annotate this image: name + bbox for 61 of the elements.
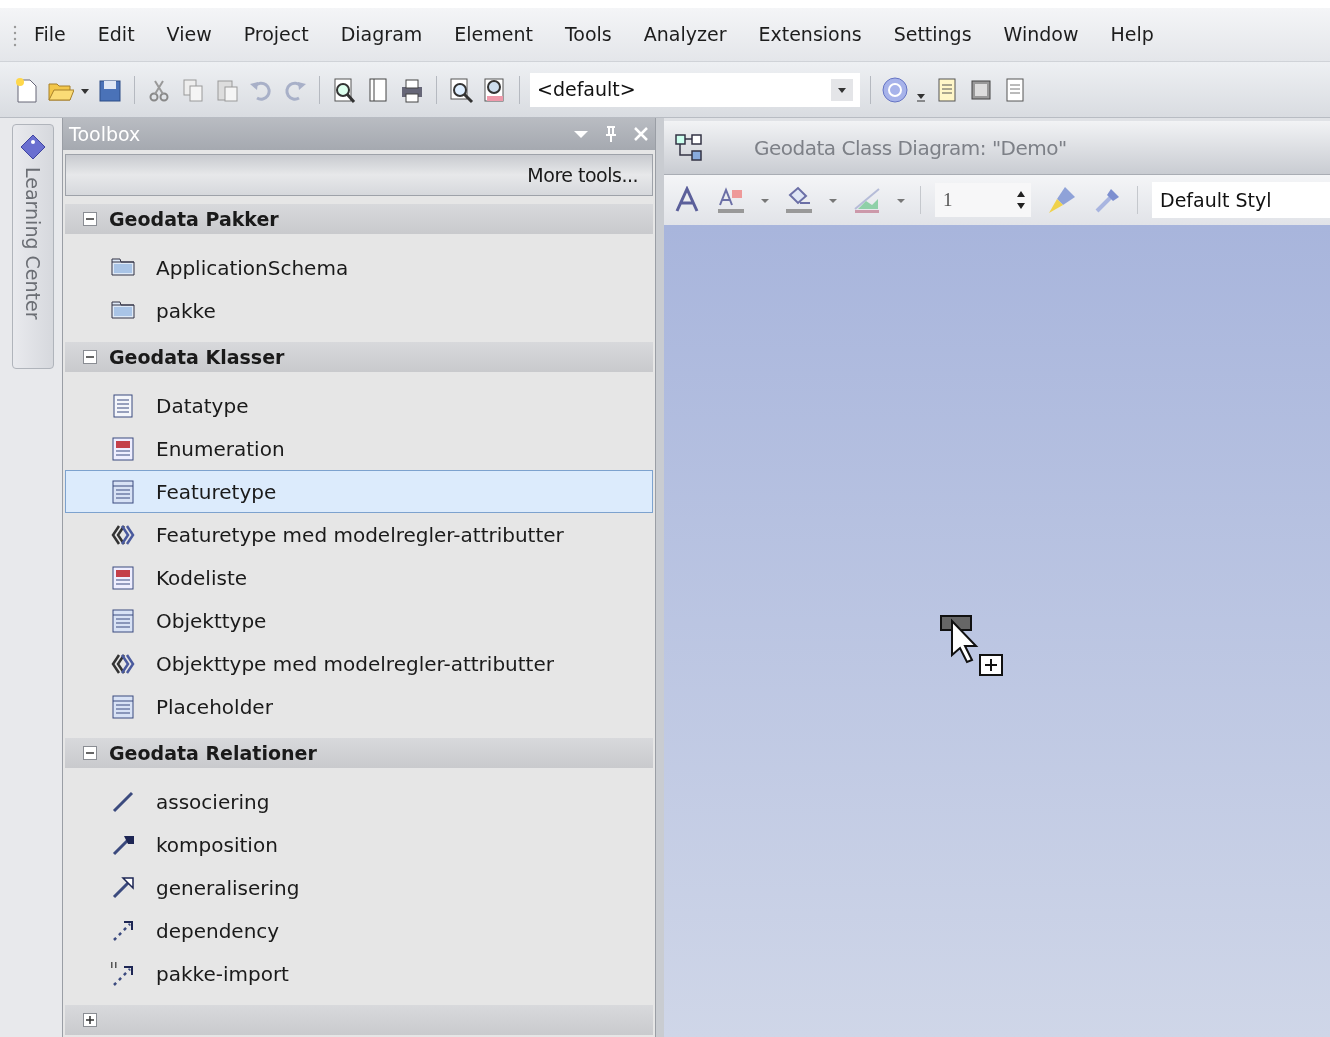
enumeration-card-icon xyxy=(110,435,136,462)
menu-item[interactable]: Diagram xyxy=(324,20,439,49)
menu-item[interactable]: Window xyxy=(987,20,1095,49)
toolbox-item[interactable]: komposition xyxy=(65,823,653,866)
class-card-icon xyxy=(110,607,136,634)
toolbox-item[interactable]: Kodeliste xyxy=(65,556,653,599)
document-lines-icon xyxy=(110,392,136,419)
menu-item[interactable]: Edit xyxy=(81,20,151,49)
class-diagram-icon[interactable] xyxy=(674,132,704,163)
panel-title: Toolbox xyxy=(69,121,141,147)
group-title: Geodata Pakker xyxy=(109,206,279,232)
find-icon[interactable] xyxy=(447,75,475,104)
toolbox-item[interactable]: associering xyxy=(65,780,653,823)
group-header[interactable]: Geodata Pakker xyxy=(65,204,653,234)
group-header[interactable]: Geodata Klasser xyxy=(65,342,653,372)
fill-color-icon[interactable] xyxy=(784,185,814,215)
toolbox-item[interactable]: Featuretype xyxy=(65,470,653,513)
menu-item[interactable]: Tools xyxy=(548,20,628,49)
toolbox-item[interactable]: dependency xyxy=(65,909,653,952)
dropdown-caret-icon[interactable] xyxy=(831,78,853,101)
menu-item[interactable]: Help xyxy=(1094,20,1170,49)
group-title: Geodata Relationer xyxy=(109,740,317,766)
group-header[interactable]: Geodata Relationer xyxy=(65,738,653,768)
toolbox-item[interactable]: Featuretype med modelregler-attributter xyxy=(65,513,653,556)
close-icon[interactable] xyxy=(633,126,649,142)
collapse-icon[interactable] xyxy=(83,212,97,226)
menu-item[interactable]: Analyzer xyxy=(627,20,743,49)
toolbox-item[interactable]: Placeholder xyxy=(65,685,653,728)
toolbox-item[interactable]: Objekttype xyxy=(65,599,653,642)
menu-item[interactable]: View xyxy=(150,20,228,49)
toolbox-item[interactable]: Enumeration xyxy=(65,427,653,470)
learning-center-tab[interactable]: Learning Center xyxy=(12,124,54,369)
hollow-arrow-icon xyxy=(110,874,136,901)
line-width-spinner[interactable]: 1 xyxy=(935,183,1031,217)
toolbox-item[interactable]: generalisering xyxy=(65,866,653,909)
toolbox-item[interactable]: Objekttype med modelregler-attributter xyxy=(65,642,653,685)
expand-icon[interactable] xyxy=(83,1013,97,1027)
help-icon[interactable] xyxy=(881,75,909,104)
enumeration-card-icon xyxy=(110,564,136,591)
group-title: Geodata Klasser xyxy=(109,344,285,370)
line-color-icon[interactable] xyxy=(852,185,882,215)
toolbox-item[interactable]: pakke xyxy=(65,289,653,332)
drag-cursor-icon xyxy=(940,615,1006,679)
labeled-dashed-arrow-icon xyxy=(110,960,136,987)
toolbox-item[interactable]: Datatype xyxy=(65,384,653,427)
collapse-icon[interactable] xyxy=(83,746,97,760)
perspective-dropdown[interactable]: <default> xyxy=(530,72,860,107)
pin-icon[interactable] xyxy=(603,125,619,143)
toolbox-item[interactable]: pakke-import xyxy=(65,952,653,995)
menu-item[interactable]: Element xyxy=(438,20,549,49)
menu-item[interactable]: Extensions xyxy=(742,20,878,49)
style-dropdown[interactable]: Default Styl xyxy=(1152,182,1330,218)
menu-item[interactable]: File xyxy=(18,20,82,49)
menu-item[interactable]: Settings xyxy=(877,20,988,49)
menu-item[interactable]: Project xyxy=(227,20,325,49)
tag-icon xyxy=(19,133,47,161)
toolbox-item[interactable]: ApplicationSchema xyxy=(65,246,653,289)
more-tools-button[interactable]: More tools... xyxy=(65,154,653,196)
class-card-icon xyxy=(110,478,136,505)
collapse-icon[interactable] xyxy=(83,350,97,364)
class-card-icon xyxy=(110,693,136,720)
